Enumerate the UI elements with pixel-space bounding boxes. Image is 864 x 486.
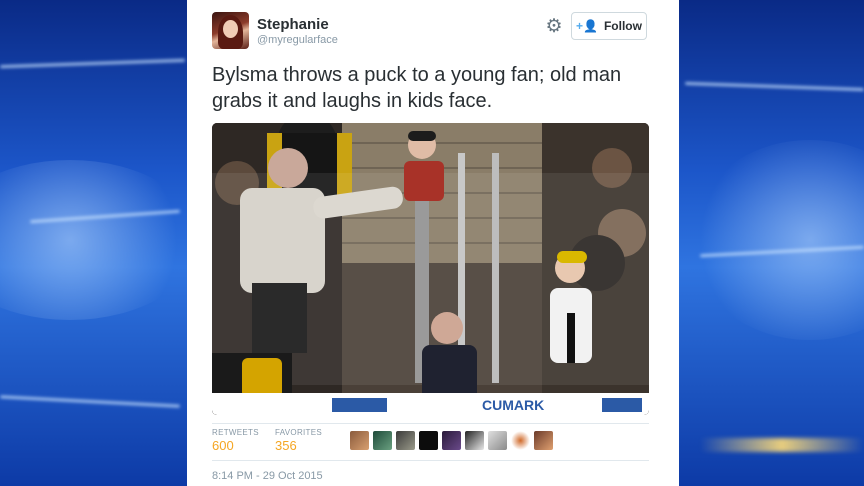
- favoriter-avatar[interactable]: [488, 431, 507, 450]
- divider-bottom: [212, 460, 649, 461]
- favoriter-avatar[interactable]: [373, 431, 392, 450]
- favoriter-avatar[interactable]: [442, 431, 461, 450]
- favoriter-avatar[interactable]: [396, 431, 415, 450]
- tweet-media[interactable]: CUMARK: [212, 123, 649, 415]
- favoriter-avatar[interactable]: [419, 431, 438, 450]
- author-avatar[interactable]: [212, 12, 249, 49]
- favoriter-avatar[interactable]: [511, 431, 530, 450]
- tweet-timestamp[interactable]: 8:14 PM - 29 Oct 2015: [212, 470, 323, 482]
- gear-icon[interactable]: ⚙: [544, 17, 564, 37]
- tweet-text: Bylsma throws a puck to a young fan; old…: [212, 64, 622, 112]
- tweet-card: Stephanie @myregularface ⚙ +👤 Follow Byl…: [187, 0, 679, 486]
- retweets-count[interactable]: 600: [212, 438, 234, 453]
- follow-label: Follow: [603, 19, 642, 33]
- favorites-label: FAVORITES: [275, 428, 323, 437]
- retweets-label: RETWEETS: [212, 428, 259, 437]
- favorites-count[interactable]: 356: [275, 438, 297, 453]
- board-ad-text: CUMARK: [482, 397, 544, 413]
- divider-top: [212, 423, 649, 424]
- favoriter-avatar[interactable]: [534, 431, 553, 450]
- follow-button[interactable]: +👤 Follow: [571, 12, 647, 40]
- favoriter-avatars: [350, 431, 553, 450]
- hockey-scene-image: CUMARK: [212, 123, 649, 415]
- add-user-icon: +👤: [576, 19, 598, 33]
- favoriter-avatar[interactable]: [350, 431, 369, 450]
- author-name[interactable]: Stephanie: [257, 16, 329, 33]
- favoriter-avatar[interactable]: [465, 431, 484, 450]
- author-handle[interactable]: @myregularface: [257, 34, 338, 46]
